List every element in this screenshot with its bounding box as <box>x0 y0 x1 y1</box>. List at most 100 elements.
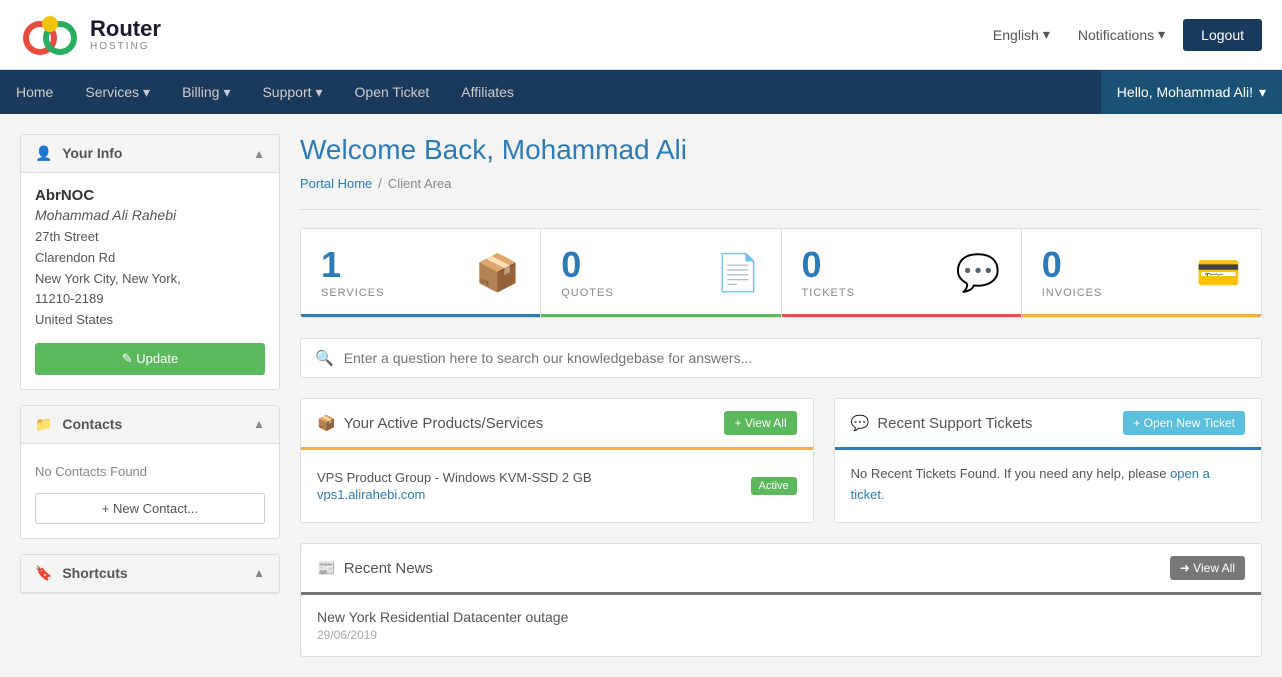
service-item: VPS Product Group - Windows KVM-SSD 2 GB… <box>317 464 797 508</box>
nav-services[interactable]: Services ▾ <box>69 70 166 114</box>
stat-invoices-label: INVOICES <box>1042 287 1103 299</box>
user-full-name: Mohammad Ali Rahebi <box>35 207 265 223</box>
support-chevron: ▾ <box>316 84 323 101</box>
nav-home[interactable]: Home <box>0 70 69 114</box>
search-input[interactable] <box>344 350 1247 366</box>
nav-billing[interactable]: Billing ▾ <box>166 70 246 114</box>
products-header-icon: 📦 <box>317 414 336 432</box>
main-layout: 👤 Your Info ▲ AbrNOC Mohammad Ali Rahebi… <box>0 114 1282 677</box>
products-body: VPS Product Group - Windows KVM-SSD 2 GB… <box>301 450 813 522</box>
products-header-title: Your Active Products/Services <box>344 415 544 432</box>
service-status-badge: Active <box>751 477 797 495</box>
your-info-content: AbrNOC Mohammad Ali Rahebi 27th Street C… <box>21 173 279 389</box>
breadcrumb-separator: / <box>378 176 382 191</box>
stat-services-number: 1 <box>321 247 384 283</box>
address-city: New York City, New York, <box>35 271 181 286</box>
user-icon: 👤 <box>35 145 52 161</box>
your-info-section: 👤 Your Info ▲ AbrNOC Mohammad Ali Rahebi… <box>20 134 280 390</box>
news-header: 📰 Recent News ➜ View All <box>301 544 1261 595</box>
address-line2: Clarendon Rd <box>35 250 115 265</box>
stat-quotes-number: 0 <box>561 247 613 283</box>
update-button[interactable]: ✎ Update <box>35 343 265 375</box>
logo-area: Router HOSTING <box>20 10 161 60</box>
search-icon: 🔍 <box>315 349 334 367</box>
sidebar: 👤 Your Info ▲ AbrNOC Mohammad Ali Rahebi… <box>20 134 280 657</box>
nav-support[interactable]: Support ▾ <box>246 70 338 114</box>
stat-services-underline <box>301 314 540 317</box>
shortcuts-title: Shortcuts <box>62 565 127 581</box>
stat-quotes-label: QUOTES <box>561 287 613 299</box>
logo-name: Router <box>90 17 161 41</box>
tickets-card: 💬 Recent Support Tickets + Open New Tick… <box>834 398 1262 523</box>
logo-text-block: Router HOSTING <box>90 17 161 52</box>
search-bar: 🔍 <box>300 338 1262 378</box>
title-divider <box>300 209 1262 210</box>
stat-tickets: 0 TICKETS 💬 <box>782 229 1022 317</box>
nav-affiliates[interactable]: Affiliates <box>445 70 530 114</box>
news-item-date: 29/06/2019 <box>317 628 1245 642</box>
open-ticket-button[interactable]: + Open New Ticket <box>1123 411 1245 435</box>
notifications-button[interactable]: Notifications ▾ <box>1068 20 1175 49</box>
contacts-content: No Contacts Found + New Contact... <box>21 444 279 538</box>
router-logo <box>20 10 80 60</box>
main-content: Welcome Back, Mohammad Ali Portal Home /… <box>300 134 1262 657</box>
your-info-chevron[interactable]: ▲ <box>253 147 265 161</box>
logout-button[interactable]: Logout <box>1183 19 1262 51</box>
logo-sub: HOSTING <box>90 41 161 52</box>
billing-chevron: ▾ <box>223 84 230 101</box>
news-body: New York Residential Datacenter outage 2… <box>301 595 1261 656</box>
no-contacts-text: No Contacts Found <box>35 458 265 485</box>
stat-invoices-underline <box>1022 314 1261 317</box>
products-card: 📦 Your Active Products/Services + View A… <box>300 398 814 523</box>
news-header-title: Recent News <box>344 560 433 577</box>
news-card: 📰 Recent News ➜ View All New York Reside… <box>300 543 1262 657</box>
contacts-chevron[interactable]: ▲ <box>253 417 265 431</box>
user-chevron: ▾ <box>1259 84 1266 101</box>
products-header: 📦 Your Active Products/Services + View A… <box>301 399 813 450</box>
new-contact-button[interactable]: + New Contact... <box>35 493 265 524</box>
news-view-all-button[interactable]: ➜ View All <box>1170 556 1245 580</box>
tickets-body: No Recent Tickets Found. If you need any… <box>835 450 1261 520</box>
stats-row: 1 SERVICES 📦 0 QUOTES 📄 0 TICKETS <box>300 228 1262 318</box>
service-link[interactable]: vps1.alirahebi.com <box>317 487 592 502</box>
language-label: English <box>993 27 1039 43</box>
user-company: AbrNOC <box>35 187 265 204</box>
your-info-title: Your Info <box>62 145 122 161</box>
notifications-chevron: ▾ <box>1158 26 1165 43</box>
stat-invoices: 0 INVOICES 💳 <box>1022 229 1261 317</box>
shortcuts-header: 🔖 Shortcuts ▲ <box>21 555 279 593</box>
breadcrumb-current: Client Area <box>388 176 452 191</box>
page-title: Welcome Back, Mohammad Ali <box>300 134 1262 166</box>
tickets-header-icon: 💬 <box>851 414 870 432</box>
contacts-header: 📁 Contacts ▲ <box>21 406 279 444</box>
stat-tickets-label: TICKETS <box>802 287 855 299</box>
nav-bar: Home Services ▾ Billing ▾ Support ▾ Open… <box>0 70 1282 114</box>
tickets-header: 💬 Recent Support Tickets + Open New Tick… <box>835 399 1261 450</box>
language-selector[interactable]: English ▾ <box>983 20 1060 49</box>
stat-tickets-number: 0 <box>802 247 855 283</box>
news-item-title: New York Residential Datacenter outage <box>317 609 1245 625</box>
address-zip: 11210-2189 <box>35 291 103 306</box>
stat-services-label: SERVICES <box>321 287 384 299</box>
user-greeting-text: Hello, Mohammad Ali! <box>1117 84 1253 100</box>
top-bar: Router HOSTING English ▾ Notifications ▾… <box>0 0 1282 70</box>
language-chevron: ▾ <box>1043 26 1050 43</box>
top-right-controls: English ▾ Notifications ▾ Logout <box>983 19 1262 51</box>
services-chevron: ▾ <box>143 84 150 101</box>
stat-quotes-underline <box>541 314 780 317</box>
stat-services: 1 SERVICES 📦 <box>301 229 541 317</box>
notifications-label: Notifications <box>1078 27 1154 43</box>
news-icon: 📰 <box>317 559 336 577</box>
address-country: United States <box>35 312 113 327</box>
tickets-header-title: Recent Support Tickets <box>877 415 1032 432</box>
nav-open-ticket[interactable]: Open Ticket <box>339 70 446 114</box>
breadcrumb-home[interactable]: Portal Home <box>300 176 372 191</box>
shortcuts-chevron[interactable]: ▲ <box>253 566 265 580</box>
contacts-section: 📁 Contacts ▲ No Contacts Found + New Con… <box>20 405 280 539</box>
stat-tickets-underline <box>782 314 1021 317</box>
user-address: 27th Street Clarendon Rd New York City, … <box>35 227 265 331</box>
shortcuts-icon: 🔖 <box>35 565 52 581</box>
tickets-stat-icon: 💬 <box>956 252 1001 294</box>
products-view-all-button[interactable]: + View All <box>724 411 796 435</box>
nav-user-greeting[interactable]: Hello, Mohammad Ali! ▾ <box>1101 70 1282 114</box>
